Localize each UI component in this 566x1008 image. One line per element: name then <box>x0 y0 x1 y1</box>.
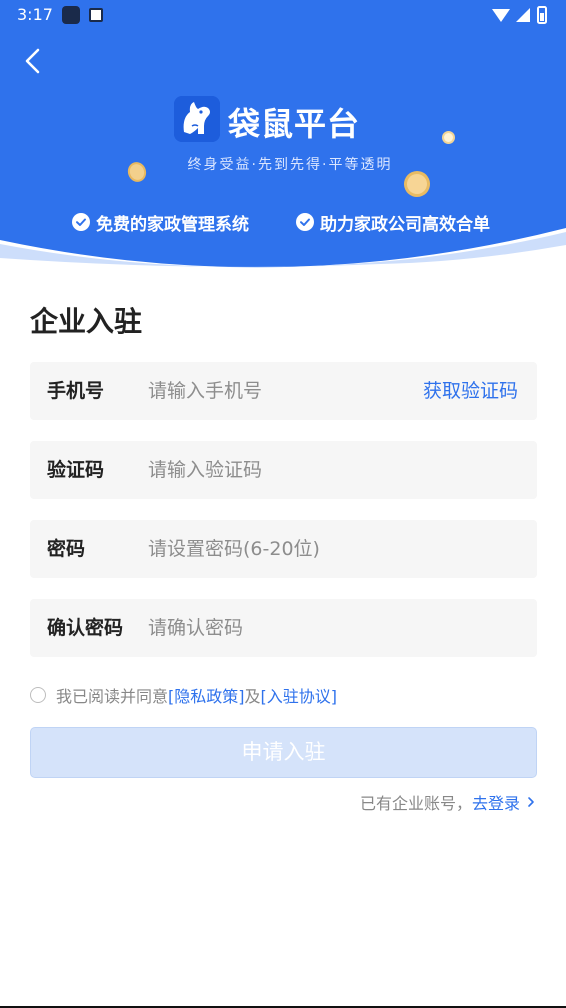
password-field: 密码 <box>30 520 537 578</box>
code-input[interactable] <box>148 451 408 489</box>
privacy-policy-link[interactable]: [隐私政策] <box>168 683 245 707</box>
get-code-button[interactable]: 获取验证码 <box>423 362 518 420</box>
status-bar: 3:17 <box>0 0 566 30</box>
check-circle-icon <box>296 213 314 231</box>
code-field: 验证码 <box>30 441 537 499</box>
status-time: 3:17 <box>17 5 53 24</box>
brand-name: 袋鼠平台 <box>228 105 361 143</box>
login-link[interactable]: 去登录 <box>472 790 520 814</box>
phone-label: 手机号 <box>47 380 105 402</box>
confirm-password-input[interactable] <box>148 609 408 647</box>
kangaroo-logo-icon <box>174 96 220 142</box>
signal-battery-icons <box>492 6 547 24</box>
app-a-icon <box>89 8 103 22</box>
agreement-row: 我已阅读并同意 [隐私政策] 及 [入驻协议] <box>30 684 337 706</box>
feature-efficient-order: 助力家政公司高效合单 <box>296 210 490 235</box>
login-prefix: 已有企业账号， <box>359 794 472 813</box>
code-label: 验证码 <box>47 459 105 481</box>
header-banner: 3:17 袋鼠平台 终身受益·先到先得·平等透明 免费的家政管理系统 助力家政公… <box>0 0 566 275</box>
confirm-password-label: 确认密码 <box>47 617 124 639</box>
back-arrow-icon[interactable] <box>18 45 50 77</box>
coin-decoration-icon <box>442 131 455 144</box>
phone-input[interactable] <box>148 372 408 410</box>
confirm-password-field: 确认密码 <box>30 599 537 657</box>
feature-free-system: 免费的家政管理系统 <box>72 210 249 235</box>
terms-link[interactable]: [入驻协议] <box>261 683 338 707</box>
phone-field: 手机号 获取验证码 <box>30 362 537 420</box>
feature-label: 免费的家政管理系统 <box>96 214 249 235</box>
agreement-prefix: 我已阅读并同意 <box>56 687 169 706</box>
chevron-right-icon[interactable] <box>526 796 536 808</box>
feature-label: 助力家政公司高效合单 <box>320 214 490 235</box>
agreement-radio[interactable] <box>30 687 46 703</box>
check-circle-icon <box>72 213 90 231</box>
password-label: 密码 <box>47 538 86 560</box>
agreement-conj: 及 <box>244 687 261 706</box>
password-input[interactable] <box>148 530 408 568</box>
login-row: 已有企业账号， 去登录 <box>360 790 536 814</box>
page-title: 企业入驻 <box>30 305 143 338</box>
slogan: 终身受益·先到先得·平等透明 <box>187 157 393 173</box>
submit-button[interactable]: 申请入驻 <box>30 727 537 778</box>
app-notification-icon <box>62 6 80 24</box>
